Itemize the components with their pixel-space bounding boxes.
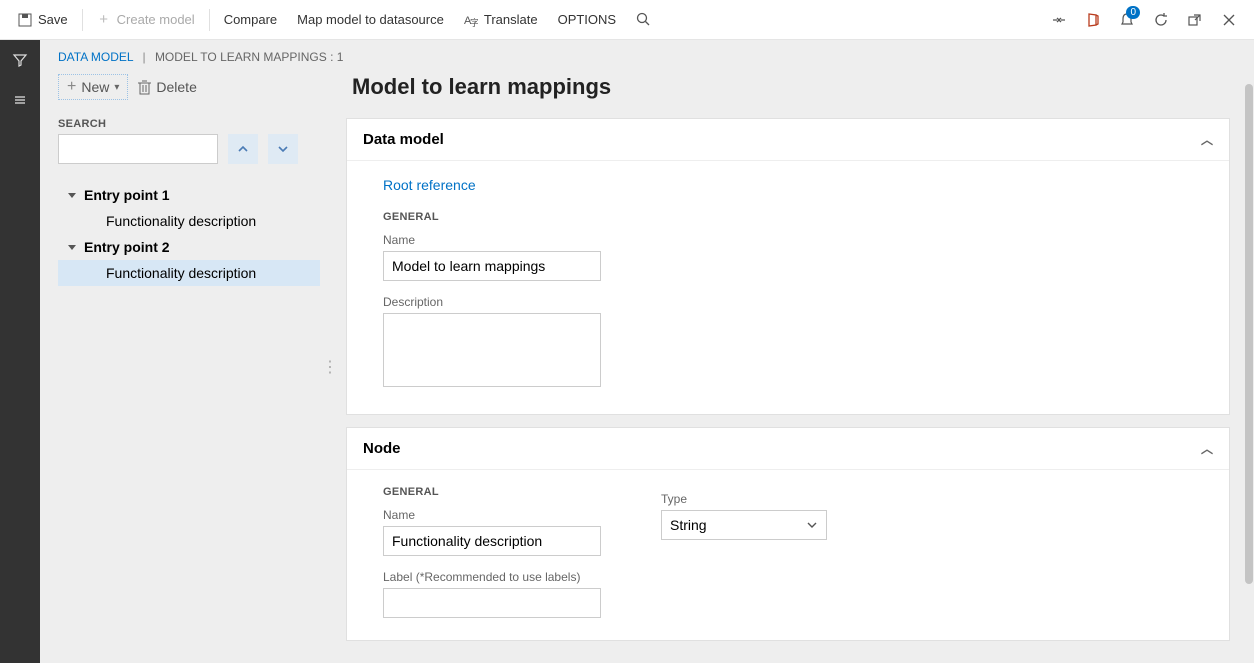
svg-text:字: 字 (470, 17, 478, 27)
left-panel: + New ▾ Delete SEARCH (40, 70, 320, 663)
top-toolbar: Save + Create model Compare Map model to… (0, 0, 1254, 40)
office-icon[interactable] (1076, 0, 1110, 40)
panel-splitter[interactable]: ⋮ (320, 70, 340, 663)
name-field-label: Name (383, 508, 601, 522)
left-rail (0, 40, 40, 663)
scrollbar-thumb[interactable] (1245, 84, 1253, 584)
toolbar-separator (82, 9, 83, 31)
node-name-input[interactable] (383, 526, 601, 556)
model-tree: Entry point 1 Functionality description … (58, 182, 320, 286)
delete-label: Delete (156, 79, 196, 95)
node-type-select[interactable]: String (661, 510, 827, 540)
save-button[interactable]: Save (8, 0, 78, 39)
card-title: Node (363, 440, 401, 457)
details-panel: Model to learn mappings Data model ︿ Roo… (340, 70, 1254, 663)
chevron-down-icon: ▾ (114, 82, 119, 93)
general-section-label: GENERAL (383, 211, 1209, 223)
description-field-label: Description (383, 295, 1209, 309)
general-section-label: GENERAL (383, 486, 601, 498)
breadcrumb-current: MODEL TO LEARN MAPPINGS : 1 (155, 50, 344, 64)
breadcrumb-separator: | (142, 50, 145, 64)
translate-icon: A字 (464, 13, 478, 27)
plus-icon: + (97, 13, 111, 27)
data-model-card-header[interactable]: Data model ︿ (347, 119, 1229, 161)
model-name-input[interactable] (383, 251, 601, 281)
breadcrumb: DATA MODEL | MODEL TO LEARN MAPPINGS : 1 (40, 40, 1254, 70)
new-button[interactable]: + New ▾ (58, 74, 128, 100)
save-icon (18, 13, 32, 27)
notification-icon[interactable]: 0 (1110, 0, 1144, 40)
tree-node-entry1-child[interactable]: Functionality description (58, 208, 320, 234)
filter-icon[interactable] (0, 40, 40, 80)
refresh-icon[interactable] (1144, 0, 1178, 40)
compare-button[interactable]: Compare (214, 0, 287, 39)
toolbar-right: 0 (1042, 0, 1246, 40)
chevron-up-icon: ︿ (1201, 440, 1213, 457)
search-next-button[interactable] (268, 134, 298, 164)
page-title: Model to learn mappings (346, 70, 1230, 118)
search-input[interactable] (58, 134, 218, 164)
options-button[interactable]: OPTIONS (548, 0, 627, 39)
tree-node-label: Functionality description (106, 265, 256, 281)
root-reference-link[interactable]: Root reference (383, 177, 476, 193)
node-card-header[interactable]: Node ︿ (347, 428, 1229, 470)
map-model-button[interactable]: Map model to datasource (287, 0, 454, 39)
node-label-input[interactable] (383, 588, 601, 618)
delete-button[interactable]: Delete (138, 79, 196, 95)
toolbar-separator (209, 9, 210, 31)
toolbar-search-button[interactable] (626, 0, 661, 39)
breadcrumb-root[interactable]: DATA MODEL (58, 50, 133, 64)
compare-label: Compare (224, 12, 277, 27)
create-model-label: Create model (117, 12, 195, 27)
chevron-down-icon (277, 143, 289, 155)
card-title: Data model (363, 131, 444, 148)
model-description-input[interactable] (383, 313, 601, 387)
caret-icon (68, 193, 76, 198)
plus-icon: + (67, 78, 76, 96)
tree-node-entry2-child[interactable]: Functionality description (58, 260, 320, 286)
data-model-card: Data model ︿ Root reference GENERAL Name… (346, 118, 1230, 415)
tree-node-label: Entry point 1 (84, 187, 170, 203)
chevron-up-icon (237, 143, 249, 155)
translate-label: Translate (484, 12, 538, 27)
list-icon[interactable] (0, 80, 40, 120)
tree-node-entry1[interactable]: Entry point 1 (58, 182, 320, 208)
search-prev-button[interactable] (228, 134, 258, 164)
label-field-label: Label (*Recommended to use labels) (383, 570, 601, 584)
node-type-value: String (670, 517, 707, 533)
search-icon (636, 12, 651, 27)
notification-badge: 0 (1126, 6, 1140, 19)
tree-node-label: Entry point 2 (84, 239, 170, 255)
popout-icon[interactable] (1178, 0, 1212, 40)
name-field-label: Name (383, 233, 1209, 247)
type-field-label: Type (661, 492, 827, 506)
close-icon[interactable] (1212, 0, 1246, 40)
search-section-label: SEARCH (58, 118, 320, 130)
node-card: Node ︿ GENERAL Name Label (*Recommended … (346, 427, 1230, 641)
translate-button[interactable]: A字 Translate (454, 0, 548, 39)
scrollbar[interactable] (1245, 84, 1253, 651)
connector-icon[interactable] (1042, 0, 1076, 40)
save-label: Save (38, 12, 68, 27)
create-model-button: + Create model (87, 0, 205, 39)
caret-icon (68, 245, 76, 250)
chevron-down-icon (806, 519, 818, 531)
trash-icon (138, 80, 151, 95)
options-label: OPTIONS (558, 12, 617, 27)
chevron-up-icon: ︿ (1201, 131, 1213, 148)
tree-node-entry2[interactable]: Entry point 2 (58, 234, 320, 260)
new-label: New (81, 79, 109, 95)
map-model-label: Map model to datasource (297, 12, 444, 27)
tree-node-label: Functionality description (106, 213, 256, 229)
